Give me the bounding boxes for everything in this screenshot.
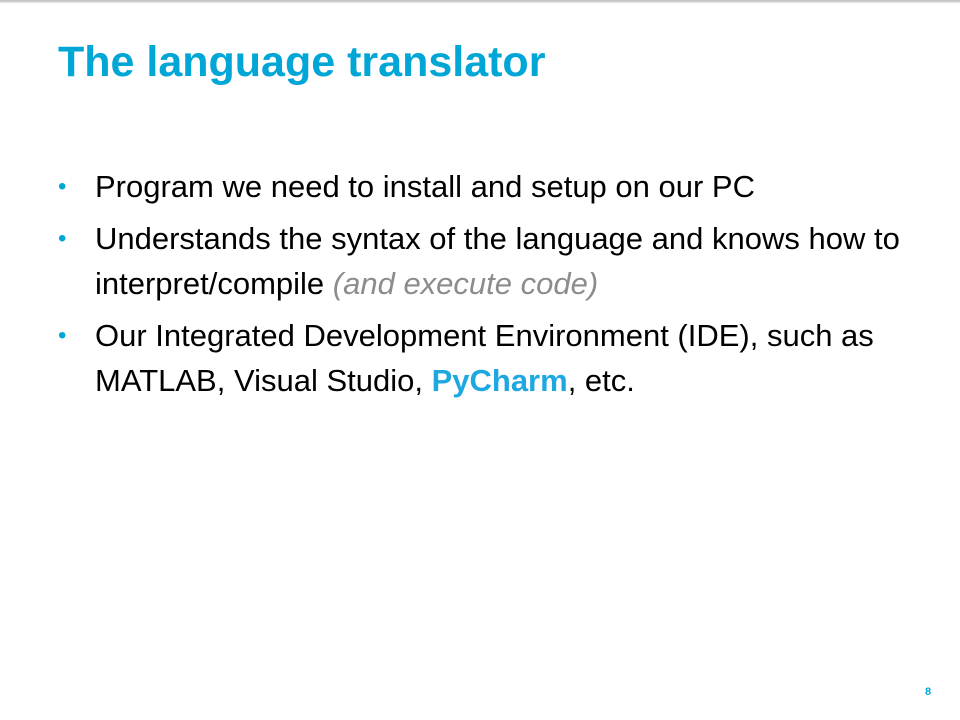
bullet-icon: • (58, 225, 67, 252)
top-border (0, 0, 960, 3)
bullet-text: Program we need to install and setup on … (95, 169, 755, 204)
bullet-tail: , etc. (567, 363, 635, 398)
bullet-list: • Program we need to install and setup o… (58, 164, 918, 410)
page-number: 8 (925, 686, 932, 698)
bullet-item: • Understands the syntax of the language… (58, 216, 918, 306)
highlight-pycharm: PyCharm (431, 363, 568, 398)
bullet-item: • Our Integrated Development Environment… (58, 313, 918, 403)
bullet-item: • Program we need to install and setup o… (58, 164, 918, 209)
bullet-icon: • (58, 322, 67, 349)
bullet-icon: • (58, 173, 67, 200)
bullet-aside: (and execute code) (332, 266, 599, 301)
slide-title: The language translator (58, 38, 546, 86)
